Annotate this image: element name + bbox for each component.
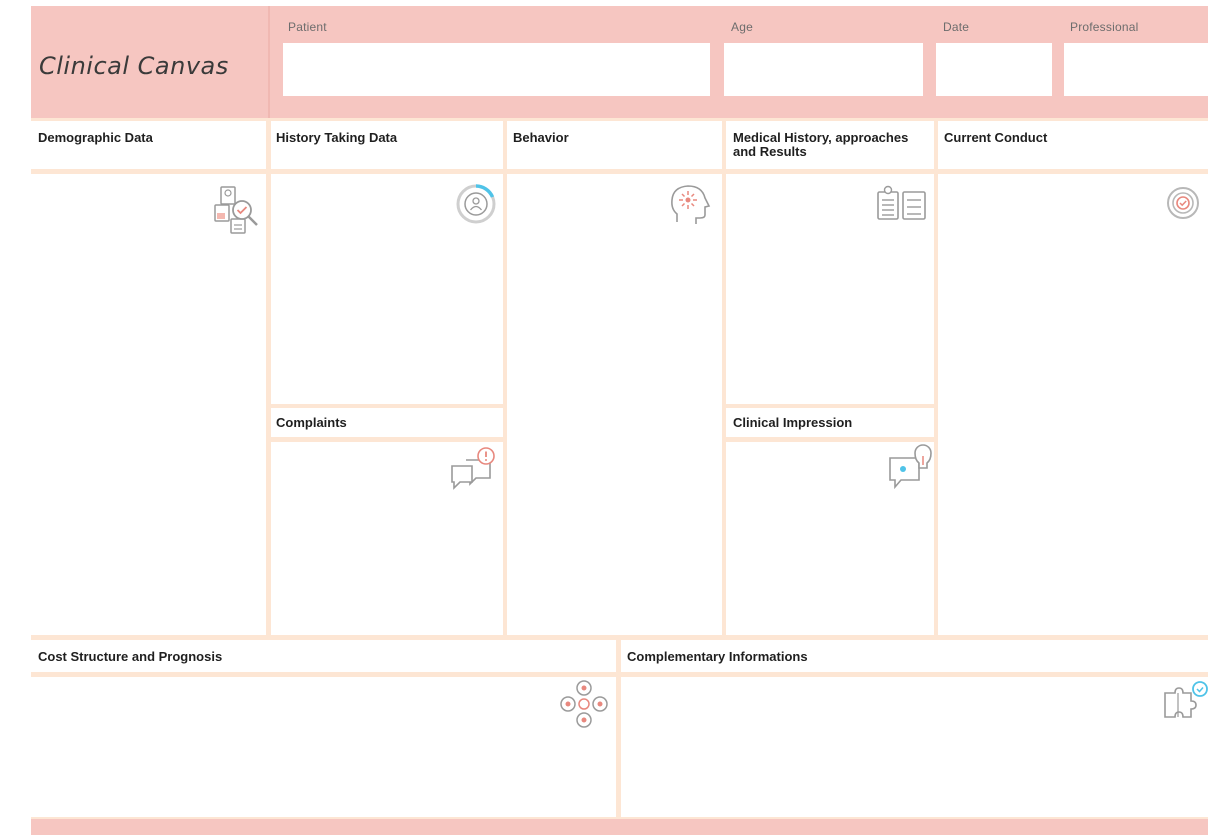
complaints-title: Complaints xyxy=(276,415,347,430)
current-conduct-title-box: Current Conduct xyxy=(938,121,1208,169)
medical-history-title: Medical History, approaches and Results xyxy=(733,130,909,159)
professional-label: Professional xyxy=(1070,20,1139,34)
head-brain-icon xyxy=(671,185,711,224)
professional-field[interactable] xyxy=(1064,43,1208,96)
demographic-title-box: Demographic Data xyxy=(31,121,266,169)
history-ring-icon xyxy=(456,184,496,224)
cost-nodes-icon xyxy=(560,680,608,728)
footer-band xyxy=(31,819,1208,835)
date-label: Date xyxy=(943,20,970,34)
header-divider-line xyxy=(268,6,270,118)
idea-bubble-icon xyxy=(889,444,932,489)
age-field[interactable] xyxy=(724,43,923,96)
demographic-title: Demographic Data xyxy=(38,130,153,145)
history-title-box: History Taking Data xyxy=(271,121,503,169)
patient-label: Patient xyxy=(288,20,327,34)
clipboard-list-icon xyxy=(877,185,926,220)
demographic-content[interactable] xyxy=(31,174,266,635)
age-label: Age xyxy=(731,20,753,34)
clinical-impression-title-box: Clinical Impression xyxy=(726,408,934,437)
canvas-title: Clinical Canvas xyxy=(39,52,229,80)
complementary-title: Complementary Informations xyxy=(627,649,808,664)
speech-alert-icon xyxy=(451,447,495,490)
behavior-content[interactable] xyxy=(507,174,722,635)
date-field[interactable] xyxy=(936,43,1052,96)
cost-structure-content[interactable] xyxy=(31,677,616,817)
current-conduct-title: Current Conduct xyxy=(944,130,1048,145)
target-check-icon xyxy=(1167,187,1199,219)
cost-structure-title-box: Cost Structure and Prognosis xyxy=(31,640,616,672)
complaints-title-box: Complaints xyxy=(271,408,503,437)
medical-history-title-box: Medical History, approaches and Results xyxy=(726,121,934,169)
clinical-impression-title: Clinical Impression xyxy=(733,415,853,430)
demographic-search-icon xyxy=(214,186,258,234)
cost-structure-title: Cost Structure and Prognosis xyxy=(38,649,223,664)
current-conduct-content[interactable] xyxy=(938,174,1208,635)
complementary-title-box: Complementary Informations xyxy=(621,640,1208,672)
history-taking-title: History Taking Data xyxy=(276,130,398,145)
complementary-content[interactable] xyxy=(621,677,1208,817)
behavior-title: Behavior xyxy=(513,130,569,145)
puzzle-icon xyxy=(1164,681,1208,718)
patient-field[interactable] xyxy=(283,43,710,96)
behavior-title-box: Behavior xyxy=(507,121,722,169)
